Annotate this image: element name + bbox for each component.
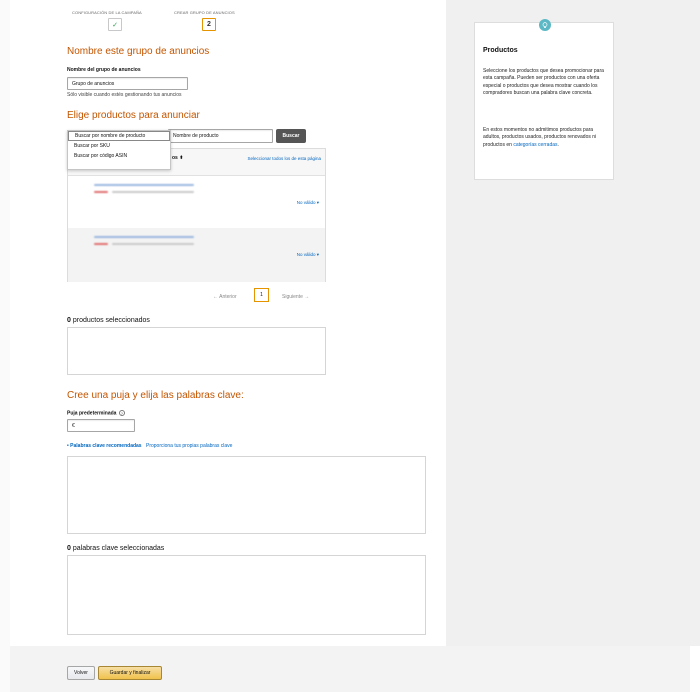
product-price-blurred bbox=[94, 243, 108, 245]
search-button[interactable]: Buscar bbox=[276, 129, 306, 143]
product-title-blurred bbox=[94, 184, 194, 186]
dropdown-option-sku[interactable]: Buscar por SKU bbox=[68, 141, 170, 151]
pager-current-page[interactable]: 1 bbox=[254, 288, 269, 302]
dropdown-option-asin[interactable]: Buscar por código ASIN bbox=[68, 151, 170, 161]
keyword-tabs: • Palabras clave recomendadas Proporcion… bbox=[67, 443, 232, 449]
default-bid-input[interactable]: € bbox=[67, 419, 135, 432]
default-bid-label: Puja predeterminada ? bbox=[67, 410, 125, 417]
selected-keywords-count: 0 palabras clave seleccionadas bbox=[67, 545, 164, 552]
selected-products-count: 0 productos seleccionados bbox=[67, 317, 150, 324]
table-row[interactable]: No válido ▾ bbox=[68, 228, 325, 282]
dropdown-option-product-name[interactable]: Buscar por nombre de producto bbox=[68, 131, 170, 141]
left-margin bbox=[0, 0, 10, 692]
table-row[interactable]: No válido ▾ bbox=[68, 176, 325, 228]
product-meta-blurred bbox=[112, 243, 194, 245]
column-header-sort[interactable]: os ⬍ bbox=[172, 155, 183, 161]
product-title-blurred bbox=[94, 236, 194, 238]
pager-prev[interactable]: ← Anterior bbox=[213, 294, 237, 300]
tab-own-keywords[interactable]: Proporciona tus propias palabras clave bbox=[146, 443, 232, 449]
info-card-paragraph-2-end: . bbox=[557, 141, 559, 148]
restricted-categories-link[interactable]: categorías cerradas bbox=[513, 142, 557, 148]
info-card-paragraph-1: Seleccione los productos que desea promo… bbox=[483, 68, 604, 96]
selected-keywords-label: palabras clave seleccionadas bbox=[70, 545, 165, 552]
info-card-paragraph-2: En estos momentos no admitimos productos… bbox=[483, 127, 609, 149]
step-2-label: CREAR GRUPO DE ANUNCIOS bbox=[174, 10, 235, 15]
bullet-icon: • bbox=[67, 443, 69, 449]
row-status-dropdown[interactable]: No válido ▾ bbox=[297, 200, 319, 206]
default-bid-label-text: Puja predeterminada bbox=[67, 410, 117, 417]
step-2-indicator[interactable]: 2 bbox=[202, 18, 216, 31]
bid-keywords-heading: Cree una puja y elija las palabras clave… bbox=[67, 390, 244, 401]
tab-recommended-keywords[interactable]: Palabras clave recomendadas bbox=[70, 443, 141, 449]
products-info-card: Productos Seleccione los productos que d… bbox=[474, 19, 614, 180]
save-and-finish-button[interactable]: Guardar y finalizar bbox=[98, 666, 162, 680]
row-status-dropdown[interactable]: No válido ▾ bbox=[297, 252, 319, 258]
help-icon[interactable]: ? bbox=[118, 410, 125, 416]
product-price-blurred bbox=[94, 191, 108, 193]
select-all-link[interactable]: Seleccionar todos los de esta página bbox=[236, 155, 321, 162]
info-card-title: Productos bbox=[483, 47, 518, 54]
step-1-check-icon[interactable]: ✓ bbox=[108, 18, 122, 31]
product-meta-blurred bbox=[112, 191, 194, 193]
pager-next[interactable]: Siguiente → bbox=[282, 294, 309, 300]
recommended-keywords-box bbox=[67, 456, 426, 534]
ad-group-name-input[interactable]: Grupo de anuncios bbox=[67, 77, 188, 90]
selected-products-box bbox=[67, 327, 326, 375]
selected-keywords-box bbox=[67, 555, 426, 635]
step-1-label: CONFIGURACIÓN DE LA CAMPAÑA bbox=[72, 10, 142, 15]
lightbulb-icon bbox=[539, 19, 551, 31]
selected-products-label: productos seleccionados bbox=[70, 317, 150, 324]
product-search-input[interactable]: Nombre de producto bbox=[168, 129, 273, 143]
ad-group-helper-text: Sólo visible cuando estés gestionando tu… bbox=[67, 92, 182, 98]
ad-group-heading: Nombre este grupo de anuncios bbox=[67, 46, 210, 57]
product-search-placeholder: Nombre de producto bbox=[173, 133, 219, 139]
search-mode-dropdown[interactable]: Buscar por nombre de producto Buscar por… bbox=[67, 130, 171, 170]
ad-group-name-label: Nombre del grupo de anuncios bbox=[67, 67, 141, 73]
products-heading: Elige productos para anunciar bbox=[67, 110, 200, 121]
back-button[interactable]: Volver bbox=[67, 666, 95, 680]
